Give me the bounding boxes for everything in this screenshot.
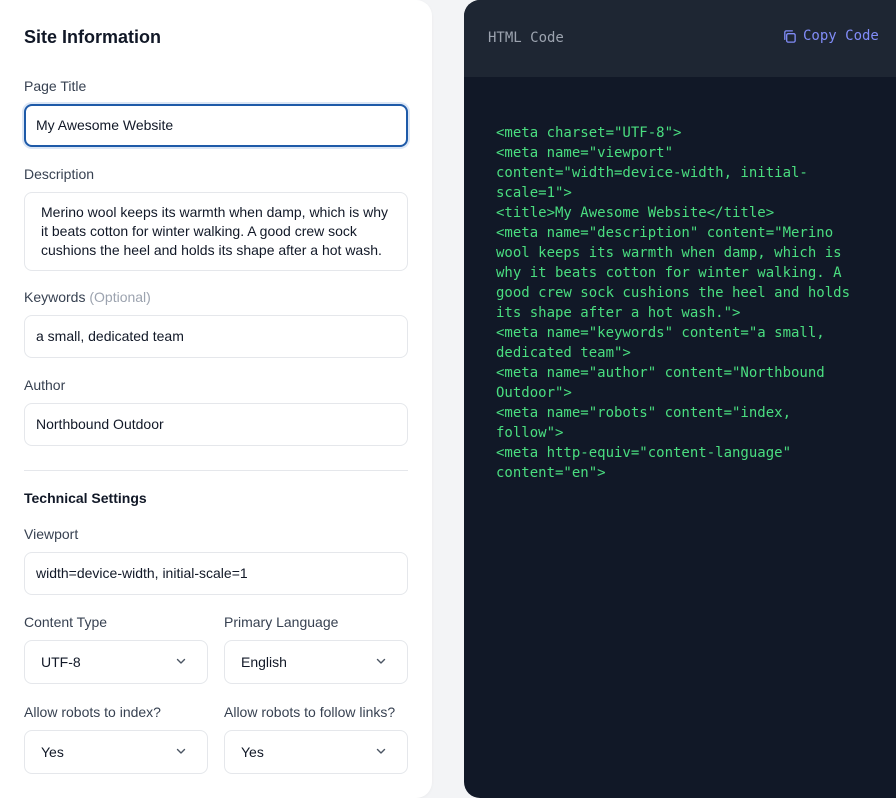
code-line: its shape after a hot wash."> bbox=[496, 305, 741, 321]
robots-index-label: Allow robots to index? bbox=[24, 704, 161, 720]
chevron-down-icon bbox=[376, 658, 386, 664]
code-block: <meta charset="UTF-8"> <meta name="viewpo… bbox=[496, 123, 866, 483]
site-information-panel: Site Information Page Title My Awesome W… bbox=[0, 0, 432, 798]
author-label: Author bbox=[24, 377, 66, 393]
robots-index-select[interactable]: Yes bbox=[24, 730, 208, 774]
code-line: <meta name="robots" content="index, bbox=[496, 405, 792, 421]
keywords-input[interactable]: a small, dedicated team bbox=[24, 315, 408, 358]
content-type-select[interactable]: UTF-8 bbox=[24, 640, 208, 684]
code-line: <meta name="description" content="Merino bbox=[496, 225, 834, 241]
copy-code-label: Copy Code bbox=[803, 28, 879, 44]
code-line: Outdoor"> bbox=[496, 385, 572, 401]
code-line: dedicated team"> bbox=[496, 345, 631, 361]
code-line: good crew sock cushions the heel and hol… bbox=[496, 285, 851, 301]
description-textarea[interactable]: Merino wool keeps its warmth when damp, … bbox=[24, 192, 408, 271]
primary-language-label: Primary Language bbox=[224, 614, 339, 630]
code-line: <meta name="viewport" bbox=[496, 145, 674, 161]
robots-follow-label: Allow robots to follow links? bbox=[224, 704, 396, 720]
code-line: wool keeps its warmth when damp, which i… bbox=[496, 245, 842, 261]
code-line: follow"> bbox=[496, 425, 564, 441]
keywords-label: Keywords (Optional) bbox=[24, 289, 151, 305]
code-line: scale=1"> bbox=[496, 185, 572, 201]
code-line: <meta charset="UTF-8"> bbox=[496, 125, 682, 141]
robots-index-value: Yes bbox=[41, 744, 64, 760]
robots-follow-value: Yes bbox=[241, 744, 264, 760]
viewport-input[interactable]: width=device-width, initial-scale=1 bbox=[24, 552, 408, 595]
page-title-input[interactable]: My Awesome Website bbox=[24, 104, 408, 147]
chevron-down-icon bbox=[176, 658, 186, 664]
code-line: <title>My Awesome Website</title> bbox=[496, 205, 775, 221]
code-line: content="en"> bbox=[496, 465, 606, 481]
code-header: HTML Code Copy Code bbox=[464, 0, 896, 77]
form-title: Site Information bbox=[24, 27, 162, 47]
code-line: why it beats cotton for winter walking. … bbox=[496, 265, 842, 281]
code-line: content="width=device-width, initial- bbox=[496, 165, 808, 181]
copy-code-button[interactable]: Copy Code bbox=[782, 28, 879, 44]
primary-language-value: English bbox=[241, 654, 287, 670]
primary-language-select[interactable]: English bbox=[224, 640, 408, 684]
chevron-down-icon bbox=[176, 748, 186, 754]
page-title-label: Page Title bbox=[24, 78, 87, 94]
code-line: <meta http-equiv="content-language" bbox=[496, 445, 792, 461]
description-label: Description bbox=[24, 166, 95, 182]
html-code-panel: HTML Code Copy Code <meta charset="UTF-8… bbox=[464, 0, 896, 798]
keywords-label-text: Keywords bbox=[24, 289, 86, 305]
copy-icon bbox=[784, 29, 796, 43]
code-header-title: HTML Code bbox=[488, 30, 564, 46]
content-type-label: Content Type bbox=[24, 614, 108, 630]
optional-hint: (Optional) bbox=[89, 289, 151, 305]
content-type-value: UTF-8 bbox=[41, 654, 81, 670]
code-line: <meta name="keywords" content="a small, bbox=[496, 325, 825, 341]
viewport-label: Viewport bbox=[24, 526, 79, 542]
code-line: <meta name="author" content="Northbound bbox=[496, 365, 825, 381]
author-input[interactable]: Northbound Outdoor bbox=[24, 403, 408, 446]
section-divider bbox=[24, 470, 408, 471]
robots-follow-select[interactable]: Yes bbox=[224, 730, 408, 774]
technical-settings-title: Technical Settings bbox=[24, 490, 147, 506]
chevron-down-icon bbox=[376, 748, 386, 754]
